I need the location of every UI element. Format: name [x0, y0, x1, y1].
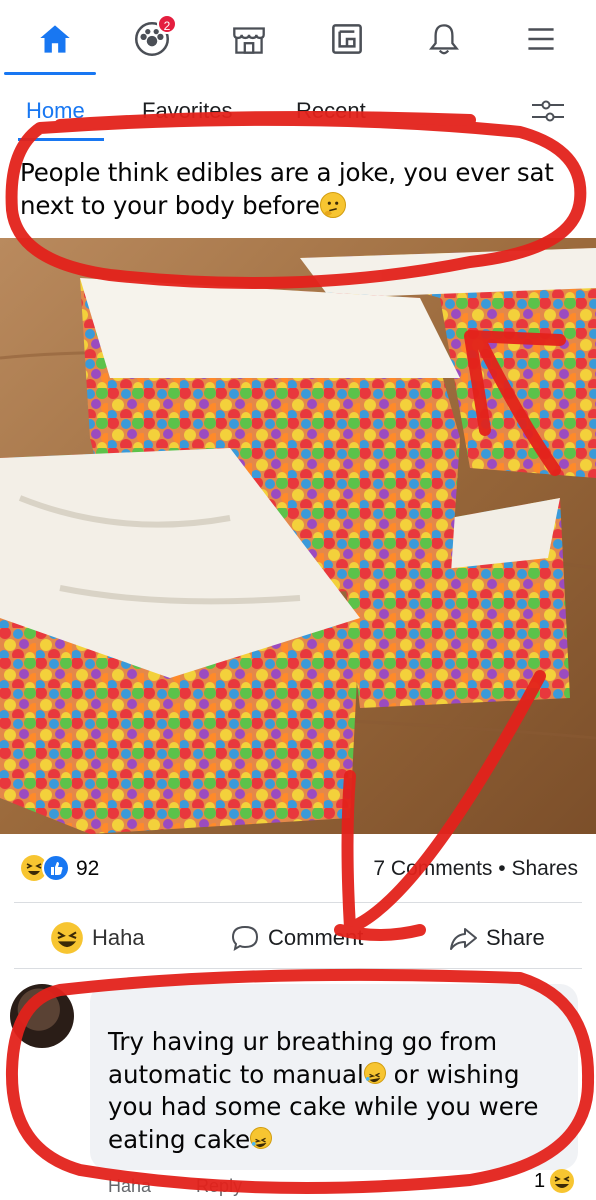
feed-tabs: Home Favorites Recent — [0, 80, 596, 144]
haha-face-icon — [550, 1169, 575, 1193]
marketplace-icon — [233, 27, 266, 54]
post-actions: Haha Comment Share — [0, 908, 596, 966]
comment-reply-link[interactable]: Reply — [196, 1176, 242, 1196]
filter-icon[interactable] — [528, 94, 568, 128]
haha-button[interactable]: Haha — [50, 918, 145, 958]
nav-menu-button[interactable] — [506, 4, 576, 74]
rolling-laughing-icon — [363, 1061, 386, 1084]
comments-shares-count[interactable]: 7 Comments • Shares — [373, 857, 578, 881]
nav-marketplace-button[interactable] — [214, 4, 284, 74]
comment-icon — [231, 925, 259, 952]
divider — [14, 902, 582, 903]
home-icon — [39, 25, 70, 53]
tab-recent[interactable]: Recent — [296, 98, 366, 124]
notification-badge: 2 — [156, 14, 177, 34]
divider — [14, 968, 582, 969]
reaction-count[interactable]: 92 — [76, 857, 99, 881]
comment-reaction-count: 1 — [534, 1169, 546, 1192]
comment-footer: Haha Reply — [108, 1176, 282, 1197]
tab-favorites[interactable]: Favorites — [142, 98, 232, 124]
nav-active-indicator — [4, 72, 96, 75]
haha-label: Haha — [92, 925, 145, 950]
nav-groups-button[interactable]: 2 — [117, 4, 187, 74]
comment-label: Comment — [268, 925, 364, 950]
tab-active-underline — [18, 138, 104, 141]
comment-reaction-summary[interactable]: 1 — [534, 1168, 575, 1194]
comment-button[interactable]: Comment — [230, 918, 363, 958]
share-button[interactable]: Share — [448, 918, 545, 958]
hamburger-menu-icon — [528, 28, 554, 50]
post-reactions-summary: 92 7 Comments • Shares — [0, 845, 596, 889]
nav-gaming-button[interactable] — [312, 4, 382, 74]
top-nav-bar: 2 — [0, 0, 596, 78]
rolling-laughing-icon — [250, 1126, 273, 1149]
post-photo[interactable] — [0, 238, 596, 834]
bell-icon — [428, 24, 459, 55]
share-arrow-icon — [450, 928, 477, 950]
haha-like-reaction-icons[interactable] — [20, 853, 80, 883]
comment-text: Try having ur breathing go from automati… — [108, 1026, 568, 1156]
tab-home[interactable]: Home — [26, 98, 85, 124]
post-text: People think edibles are a joke, you eve… — [20, 156, 580, 222]
thinking-face-icon — [319, 192, 346, 218]
rainbow-cereal-bars-photo — [0, 238, 596, 834]
comment-haha-link[interactable]: Haha — [108, 1176, 151, 1196]
haha-face-icon — [51, 922, 83, 954]
commenter-avatar[interactable] — [10, 984, 74, 1048]
gaming-icon — [331, 24, 362, 54]
share-label: Share — [486, 925, 545, 950]
nav-home-button[interactable] — [20, 4, 90, 74]
post-text-content: People think edibles are a joke, you eve… — [20, 158, 554, 220]
nav-notifications-button[interactable] — [409, 4, 479, 74]
